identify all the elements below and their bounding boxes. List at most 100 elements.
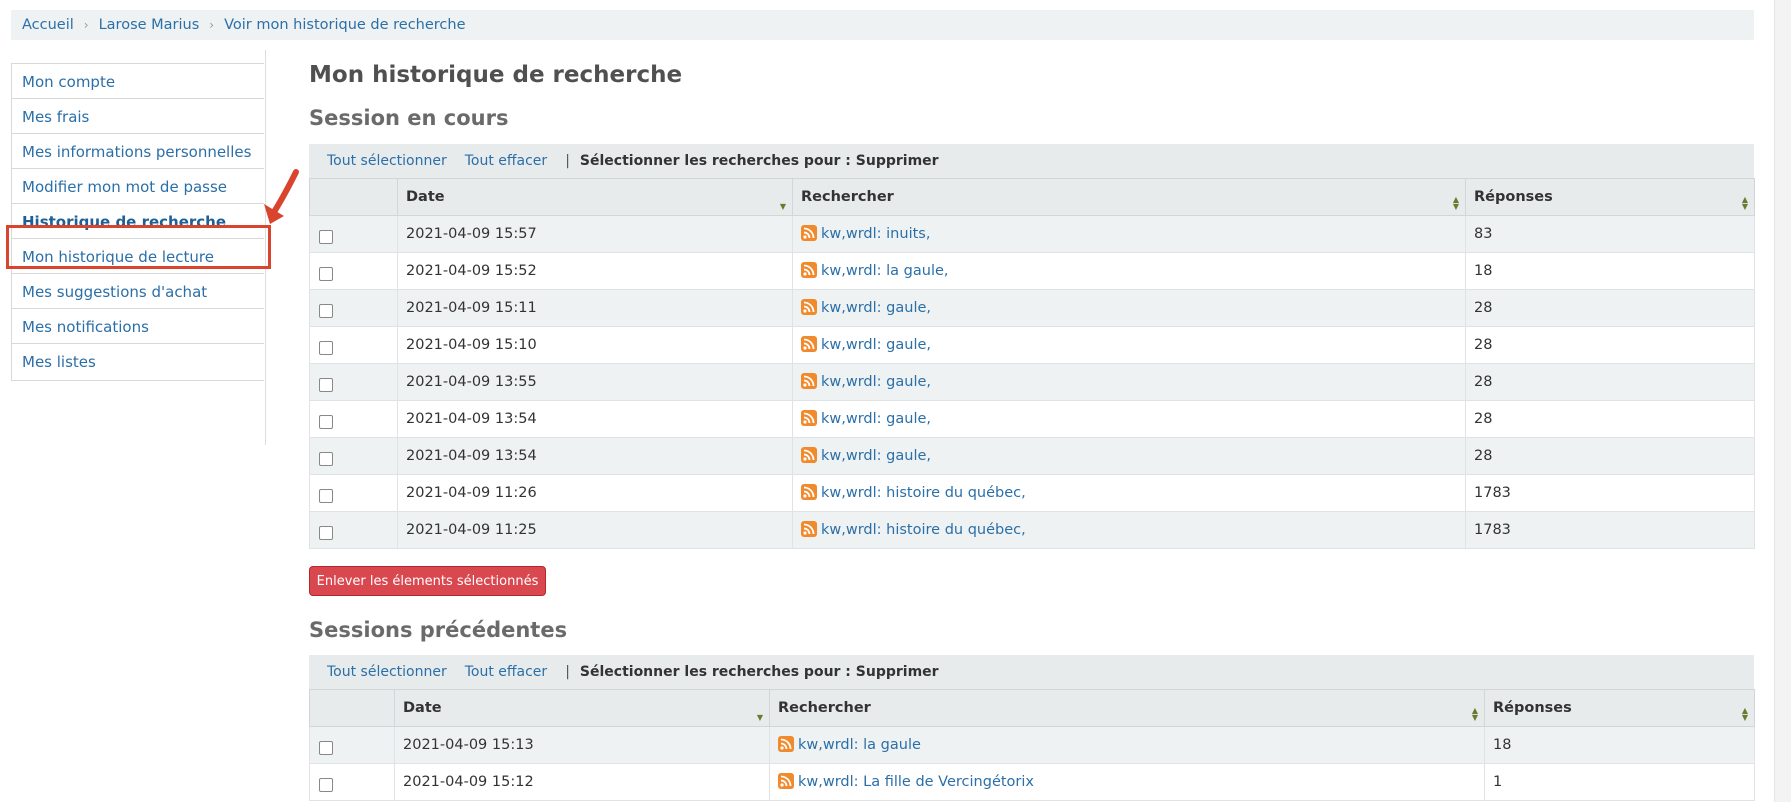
rss-feed-icon[interactable] bbox=[801, 336, 817, 352]
remove-selected-button[interactable]: Enlever les élements sélectionnés bbox=[309, 566, 546, 596]
sort-desc-icon: ▼ bbox=[756, 713, 763, 722]
sidebar-item-mon-compte[interactable]: Mon compte bbox=[11, 63, 264, 101]
sidebar-item-modifier-mot-de-passe[interactable]: Modifier mon mot de passe bbox=[11, 168, 264, 206]
sort-icon: ▲ ▼ bbox=[1452, 195, 1459, 211]
column-header-date[interactable]: Date ▼ bbox=[394, 689, 770, 727]
row-select-cell bbox=[309, 474, 398, 512]
current-session-toolbar: Tout sélectionner Tout effacer | Sélecti… bbox=[309, 144, 1754, 178]
breadcrumb-home-link[interactable]: Accueil bbox=[22, 17, 74, 33]
column-header-search[interactable]: Rechercher ▲ ▼ bbox=[792, 178, 1466, 216]
search-query-link[interactable]: kw,wrdl: la gaule, bbox=[821, 263, 949, 279]
row-checkbox[interactable] bbox=[319, 778, 333, 792]
sidebar-item-label[interactable]: Modifier mon mot de passe bbox=[22, 178, 227, 196]
sidebar-item-label[interactable]: Mes suggestions d'achat bbox=[22, 283, 207, 301]
breadcrumb-separator: › bbox=[209, 18, 215, 32]
search-cell: kw,wrdl: La fille de Vercingétorix bbox=[769, 763, 1485, 801]
search-query-link[interactable]: kw,wrdl: gaule, bbox=[821, 337, 931, 353]
row-checkbox[interactable] bbox=[319, 741, 333, 755]
rss-feed-icon[interactable] bbox=[801, 262, 817, 278]
select-all-link[interactable]: Tout sélectionner bbox=[327, 664, 447, 680]
row-select-cell bbox=[309, 252, 398, 290]
row-checkbox[interactable] bbox=[319, 489, 333, 503]
results-cell: 28 bbox=[1465, 437, 1755, 475]
rss-feed-icon[interactable] bbox=[801, 225, 817, 241]
column-header-results[interactable]: Réponses ▲ ▼ bbox=[1484, 689, 1755, 727]
rss-feed-icon[interactable] bbox=[801, 484, 817, 500]
sidebar-item-label[interactable]: Historique de recherche bbox=[22, 213, 226, 231]
rss-feed-icon[interactable] bbox=[801, 373, 817, 389]
rss-feed-icon[interactable] bbox=[778, 773, 794, 789]
date-cell: 2021-04-09 11:26 bbox=[397, 474, 793, 512]
sidebar-item-mes-listes[interactable]: Mes listes bbox=[11, 343, 264, 381]
sidebar-item-mes-frais[interactable]: Mes frais bbox=[11, 98, 264, 136]
row-checkbox[interactable] bbox=[319, 341, 333, 355]
column-header-select bbox=[309, 178, 398, 216]
date-cell: 2021-04-09 11:25 bbox=[397, 511, 793, 549]
row-select-cell bbox=[309, 326, 398, 364]
sidebar-item-label[interactable]: Mes informations personnelles bbox=[22, 143, 251, 161]
sidebar-item-label[interactable]: Mon historique de lecture bbox=[22, 248, 214, 266]
sidebar-item-notifications[interactable]: Mes notifications bbox=[11, 308, 264, 346]
rss-feed-icon[interactable] bbox=[801, 410, 817, 426]
search-cell: kw,wrdl: gaule, bbox=[792, 363, 1466, 401]
page-scrollbar[interactable] bbox=[1774, 0, 1791, 802]
column-header-select bbox=[309, 689, 395, 727]
current-session-heading: Session en cours bbox=[309, 106, 509, 130]
column-header-date[interactable]: Date ▼ bbox=[397, 178, 793, 216]
results-cell: 28 bbox=[1465, 326, 1755, 364]
search-query-link[interactable]: kw,wrdl: gaule, bbox=[821, 448, 931, 464]
sidebar-item-label[interactable]: Mes notifications bbox=[22, 318, 149, 336]
results-cell: 83 bbox=[1465, 215, 1755, 253]
toolbar-divider: | bbox=[565, 153, 570, 169]
annotation-arrow-icon bbox=[264, 169, 299, 224]
search-cell: kw,wrdl: inuits, bbox=[792, 215, 1466, 253]
search-query-link[interactable]: kw,wrdl: gaule, bbox=[821, 300, 931, 316]
column-header-results[interactable]: Réponses ▲ ▼ bbox=[1465, 178, 1755, 216]
clear-all-link[interactable]: Tout effacer bbox=[465, 664, 547, 680]
current-session-table: Date ▼ Rechercher ▲ ▼ Réponses ▲ ▼ 2021-04-09… bbox=[309, 178, 1755, 549]
search-query-link[interactable]: kw,wrdl: histoire du québec, bbox=[821, 522, 1026, 538]
rss-feed-icon[interactable] bbox=[801, 299, 817, 315]
search-query-link[interactable]: kw,wrdl: La fille de Vercingétorix bbox=[798, 774, 1034, 790]
toolbar-divider: | bbox=[565, 664, 570, 680]
row-checkbox[interactable] bbox=[319, 452, 333, 466]
row-select-cell bbox=[309, 215, 398, 253]
table-row: 2021-04-09 15:11 kw,wrdl: gaule, 28 bbox=[309, 289, 1755, 327]
sidebar-item-historique-recherche[interactable]: Historique de recherche bbox=[11, 203, 264, 241]
rss-feed-icon[interactable] bbox=[778, 736, 794, 752]
search-query-link[interactable]: kw,wrdl: gaule, bbox=[821, 411, 931, 427]
row-checkbox[interactable] bbox=[319, 267, 333, 281]
previous-sessions-toolbar: Tout sélectionner Tout effacer | Sélecti… bbox=[309, 655, 1754, 689]
search-query-link[interactable]: kw,wrdl: inuits, bbox=[821, 226, 930, 242]
search-query-link[interactable]: kw,wrdl: gaule, bbox=[821, 374, 931, 390]
clear-all-link[interactable]: Tout effacer bbox=[465, 153, 547, 169]
sidebar-item-label[interactable]: Mon compte bbox=[22, 73, 115, 91]
row-checkbox[interactable] bbox=[319, 230, 333, 244]
sort-desc-icon: ▼ bbox=[779, 202, 786, 211]
date-cell: 2021-04-09 13:54 bbox=[397, 400, 793, 438]
results-cell: 1 bbox=[1484, 763, 1755, 801]
sidebar-item-label[interactable]: Mes listes bbox=[22, 353, 96, 371]
row-select-cell bbox=[309, 763, 395, 801]
date-cell: 2021-04-09 15:52 bbox=[397, 252, 793, 290]
sidebar-item-historique-lecture[interactable]: Mon historique de lecture bbox=[11, 238, 264, 276]
select-all-link[interactable]: Tout sélectionner bbox=[327, 153, 447, 169]
sidebar-item-informations-personnelles[interactable]: Mes informations personnelles bbox=[11, 133, 264, 171]
breadcrumb: Accueil › Larose Marius › Voir mon histo… bbox=[11, 10, 1754, 40]
table-row: 2021-04-09 15:10 kw,wrdl: gaule, 28 bbox=[309, 326, 1755, 364]
row-checkbox[interactable] bbox=[319, 415, 333, 429]
search-query-link[interactable]: kw,wrdl: la gaule bbox=[798, 737, 921, 753]
breadcrumb-user-link[interactable]: Larose Marius bbox=[99, 17, 200, 33]
column-header-search[interactable]: Rechercher ▲ ▼ bbox=[769, 689, 1485, 727]
rss-feed-icon[interactable] bbox=[801, 521, 817, 537]
results-cell: 1783 bbox=[1465, 511, 1755, 549]
sidebar-item-label[interactable]: Mes frais bbox=[22, 108, 89, 126]
toolbar-action-label: Sélectionner les recherches pour : Suppr… bbox=[579, 664, 939, 680]
row-checkbox[interactable] bbox=[319, 526, 333, 540]
breadcrumb-current-link[interactable]: Voir mon historique de recherche bbox=[224, 17, 465, 33]
search-query-link[interactable]: kw,wrdl: histoire du québec, bbox=[821, 485, 1026, 501]
sidebar-item-suggestions-achat[interactable]: Mes suggestions d'achat bbox=[11, 273, 264, 311]
row-checkbox[interactable] bbox=[319, 378, 333, 392]
row-checkbox[interactable] bbox=[319, 304, 333, 318]
rss-feed-icon[interactable] bbox=[801, 447, 817, 463]
